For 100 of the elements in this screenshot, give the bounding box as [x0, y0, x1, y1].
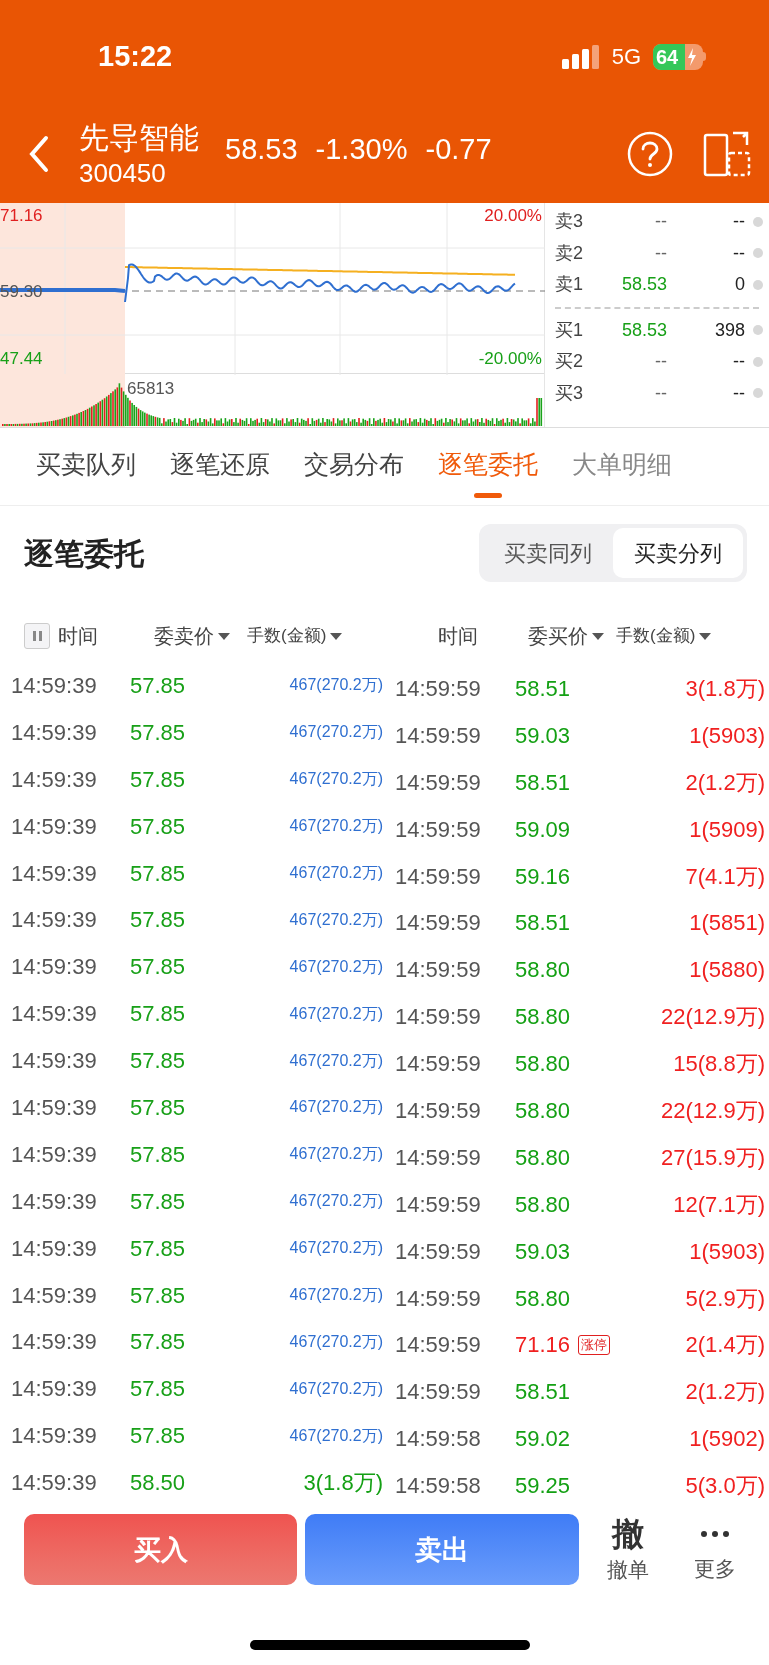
sell-price-cell-text: 57.85: [130, 859, 187, 888]
time-cell-text: 14:59:59: [394, 1143, 482, 1172]
column-header[interactable]: 时间: [58, 621, 98, 651]
toggle-option[interactable]: 买卖分列: [613, 528, 743, 578]
sell-price-cell-text: 57.85: [130, 1328, 187, 1357]
layout-switch-icon[interactable]: [703, 131, 753, 177]
pause-icon[interactable]: [24, 623, 50, 649]
order-level-label: 买3: [555, 381, 584, 405]
buy-price-cell-text: 58.80: [515, 1096, 571, 1125]
more-button[interactable]: 更多: [685, 1515, 745, 1585]
buy-volume-cell-text: 1(5903): [688, 1237, 766, 1266]
time-cell-text: 14:59:59: [394, 721, 482, 750]
order-level-label: 卖2: [555, 241, 584, 265]
sell-price-cell-text: 57.85: [130, 1093, 187, 1122]
tab[interactable]: 买卖队列: [36, 445, 136, 505]
buy-price-cell-text: 59.03: [515, 721, 571, 750]
time-cell-text: 14:59:59: [394, 956, 482, 985]
buy-price-cell-text: 59.02: [515, 1425, 571, 1454]
time-cell-text: 14:59:39: [10, 765, 98, 794]
buy-price-cell-text: 59.25: [515, 1472, 571, 1501]
buy-price-cell-text: 58.51: [515, 768, 571, 797]
buy-price-cell-text: 58.80: [515, 1190, 571, 1219]
time-cell-text: 14:59:39: [10, 718, 98, 747]
section-title: 逐笔委托: [24, 535, 144, 572]
order-volume: --: [732, 381, 745, 405]
column-header[interactable]: 手数(金额): [247, 623, 343, 649]
caret-icon: [592, 632, 604, 640]
time-cell-text: 14:59:59: [394, 1237, 482, 1266]
column-header[interactable]: 委买价: [528, 621, 604, 651]
time-cell-text: 14:59:59: [394, 815, 482, 844]
time-cell-text: 14:59:59: [394, 1003, 482, 1032]
order-volume: 0: [734, 273, 745, 297]
sell-price-cell-text: 57.85: [130, 1000, 187, 1029]
cancel-order-button[interactable]: 撤 撤单: [598, 1514, 658, 1586]
order-level-label: 买2: [555, 350, 584, 374]
column-header[interactable]: 时间: [438, 621, 478, 651]
time-cell-text: 14:59:39: [10, 1234, 98, 1263]
order-volume: --: [732, 350, 745, 374]
sell-volume-cell-text: 467(270.2万): [288, 909, 383, 930]
battery-icon: 64: [653, 43, 706, 70]
order-volume: --: [732, 241, 745, 265]
buy-volume-cell-text: 1(5902): [688, 1425, 766, 1454]
order-price: --: [654, 381, 667, 405]
order-level-label: 卖1: [555, 273, 584, 297]
tab[interactable]: 交易分布: [304, 445, 404, 505]
caret-icon: [699, 632, 712, 640]
sell-volume-cell-text: 467(270.2万): [288, 1144, 383, 1165]
clock: 15:22: [98, 38, 173, 74]
toggle-option[interactable]: 买卖同列: [483, 528, 613, 578]
change-percent: -1.30%: [315, 132, 408, 168]
buy-volume-cell-text: 7(4.1万): [684, 862, 766, 891]
limit-up-badge: 涨停: [578, 1334, 611, 1355]
sell-price-cell-text: 57.85: [130, 1281, 187, 1310]
sell-volume-cell-text: 467(270.2万): [288, 722, 383, 743]
buy-price-cell-text: 58.80: [515, 1284, 571, 1313]
time-cell-text: 14:59:39: [10, 1375, 98, 1404]
high-price-label: 71.16: [0, 205, 43, 227]
sell-price-cell-text: 57.85: [130, 1140, 187, 1169]
time-cell-text: 14:59:39: [10, 812, 98, 841]
buy-volume-cell-text: 27(15.9万): [660, 1143, 766, 1172]
sell-volume-cell-text: 467(270.2万): [288, 675, 383, 696]
tab[interactable]: 大单明细: [572, 445, 672, 505]
sell-volume-cell-text: 467(270.2万): [288, 1050, 383, 1071]
sell-volume-cell-text: 467(270.2万): [288, 816, 383, 837]
order-price: --: [654, 210, 667, 234]
tab[interactable]: 逐笔还原: [170, 445, 270, 505]
time-cell-text: 14:59:39: [10, 1140, 98, 1169]
buy-price-cell-text: 71.16: [515, 1331, 571, 1360]
more-icon: [700, 1531, 731, 1537]
time-cell-text: 14:59:59: [394, 674, 482, 703]
buy-volume-cell-text: 1(5909): [688, 815, 766, 844]
time-cell-text: 14:59:39: [10, 1047, 98, 1076]
sell-price-cell-text: 57.85: [130, 1375, 187, 1404]
pct-up-label: 20.00%: [484, 205, 542, 227]
change-amount: -0.77: [425, 132, 492, 168]
sell-price-cell-text: 57.85: [130, 1047, 187, 1076]
time-cell-text: 14:59:59: [394, 1190, 482, 1219]
buy-volume-cell-text: 2(1.4万): [684, 1331, 766, 1360]
column-header[interactable]: 委卖价: [154, 621, 230, 651]
time-cell-text: 14:59:59: [394, 1378, 482, 1407]
time-cell-text: 14:59:58: [394, 1425, 482, 1454]
time-cell-text: 14:59:39: [10, 1093, 98, 1122]
order-price: 58.53: [620, 318, 667, 342]
buy-price-cell-text: 58.80: [515, 1143, 571, 1172]
column-header[interactable]: 手数(金额): [616, 623, 712, 649]
sell-volume-cell-text: 467(270.2万): [288, 1097, 383, 1118]
buy-volume-cell-text: 22(12.9万): [660, 1096, 766, 1125]
order-price: --: [654, 350, 667, 374]
sell-volume-cell-text: 467(270.2万): [288, 1003, 383, 1024]
time-cell-text: 14:59:59: [394, 1331, 482, 1360]
help-icon[interactable]: [627, 131, 673, 177]
time-cell-text: 14:59:39: [10, 1187, 98, 1216]
time-cell-text: 14:59:59: [394, 862, 482, 891]
buy-price-cell-text: 59.16: [515, 862, 571, 891]
sell-price-cell-text: 57.85: [130, 953, 187, 982]
time-cell-text: 14:59:39: [10, 671, 98, 700]
buy-volume-cell-text: 5(3.0万): [684, 1472, 766, 1501]
sell-volume-cell-text: 467(270.2万): [288, 769, 383, 790]
buy-volume-cell-text: 22(12.9万): [660, 1003, 766, 1032]
sell-price-cell-text: 57.85: [130, 765, 187, 794]
